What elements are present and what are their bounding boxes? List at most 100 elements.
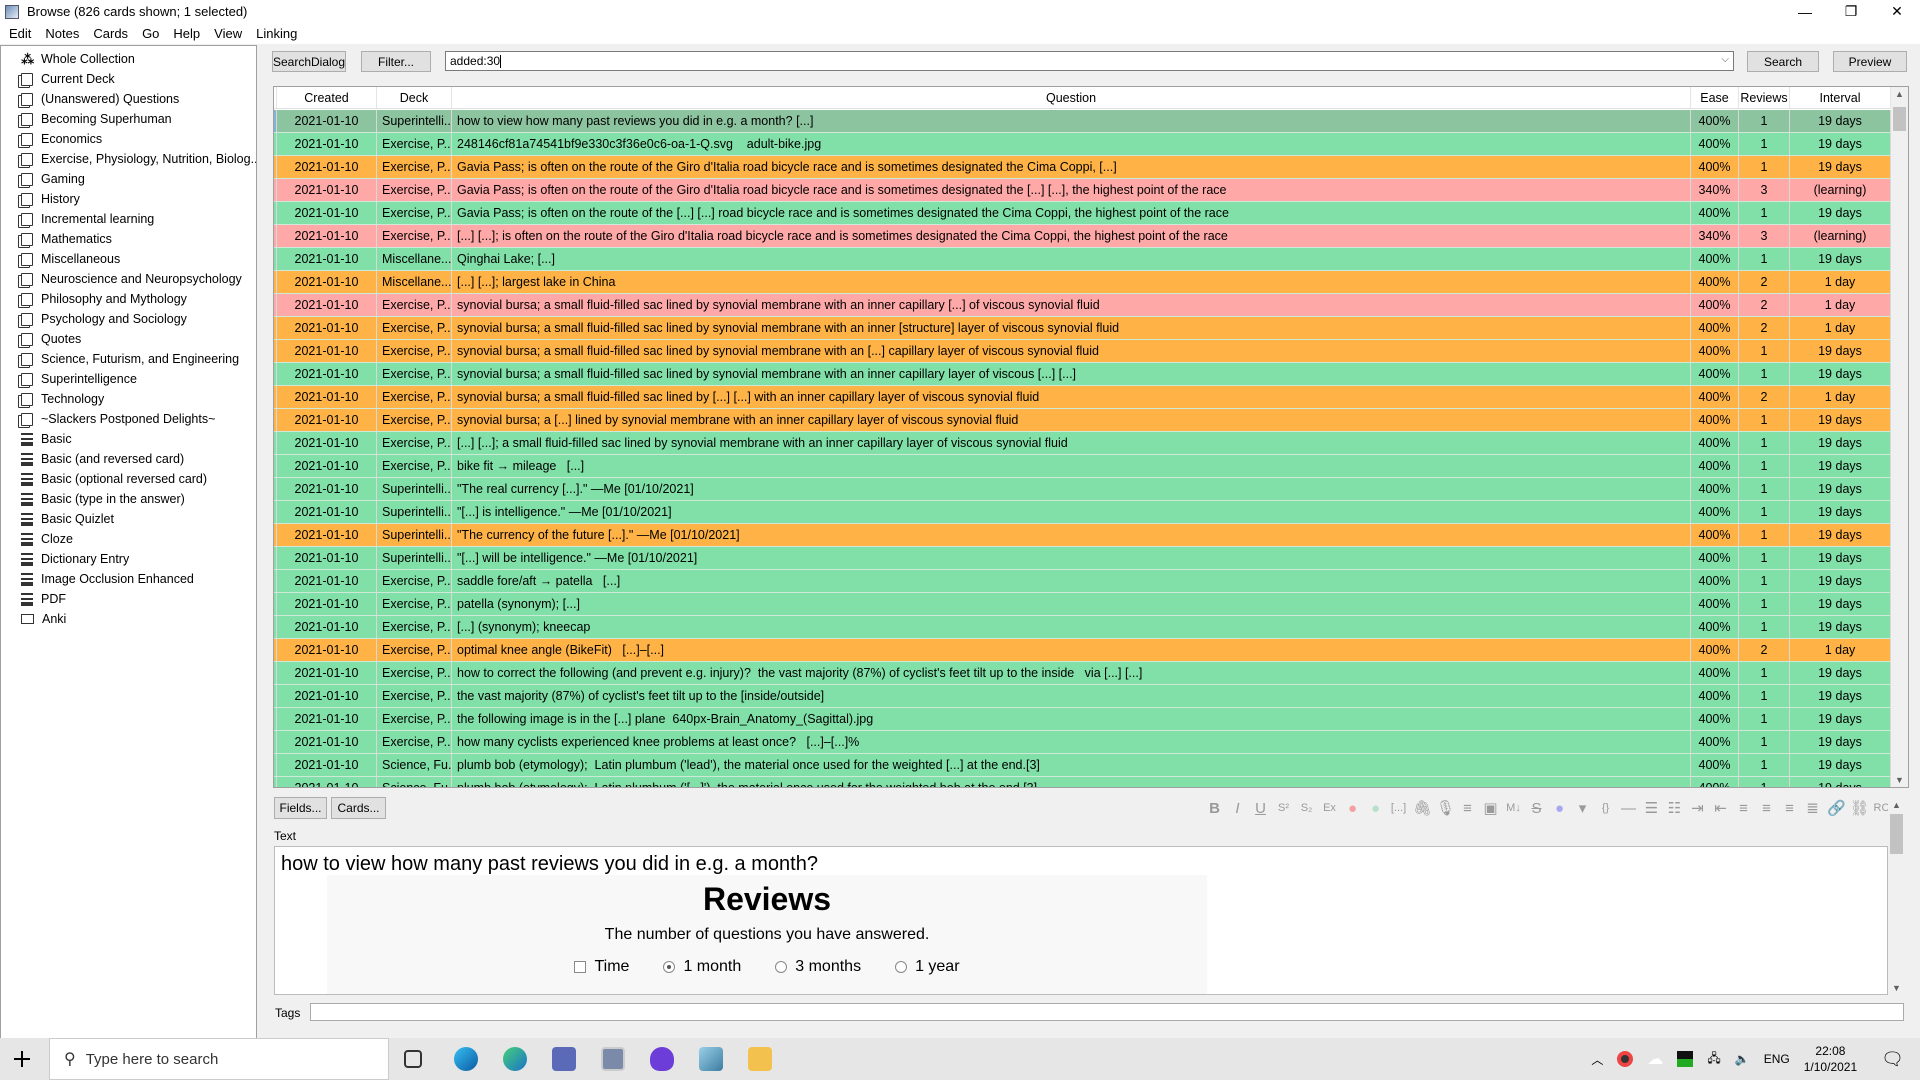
sidebar-item[interactable]: Basic (and reversed card) xyxy=(1,449,256,469)
preview-button[interactable]: Preview xyxy=(1833,51,1907,72)
sidebar-item[interactable]: (Unanswered) Questions xyxy=(1,89,256,109)
scroll-thumb[interactable] xyxy=(1893,107,1906,131)
image-occlusion-icon[interactable]: ▣ xyxy=(1482,799,1499,817)
table-row[interactable]: 2021-01-10 Exercise, P... saddle fore/aft … xyxy=(274,570,1891,593)
justify-icon[interactable]: ≣ xyxy=(1804,799,1821,817)
windows-start-icon[interactable] xyxy=(14,1051,30,1067)
scroll-down-icon[interactable]: ▼ xyxy=(1891,775,1908,785)
table-row[interactable]: 2021-01-10 Exercise, P... how to correct t… xyxy=(274,662,1891,685)
option-1-month[interactable]: 1 month xyxy=(663,958,741,976)
sidebar-item[interactable]: Basic xyxy=(1,429,256,449)
attach-icon[interactable]: 🖇 xyxy=(1413,799,1432,817)
highlight-icon[interactable]: ● xyxy=(1367,800,1384,817)
column-question[interactable]: Question xyxy=(452,87,1691,108)
fields-button[interactable]: Fields... xyxy=(274,797,327,819)
record-icon[interactable] xyxy=(1617,1051,1634,1067)
color-icon[interactable]: ● xyxy=(1551,800,1568,817)
numbered-list-icon[interactable]: ☷ xyxy=(1666,799,1683,817)
cards-button[interactable]: Cards... xyxy=(331,797,386,819)
search-dialog-button[interactable]: SearchDialog xyxy=(272,51,346,72)
dropdown-icon[interactable]: ▾ xyxy=(1574,799,1591,817)
language-indicator[interactable]: ENG xyxy=(1764,1052,1790,1066)
edge-dev-icon[interactable] xyxy=(503,1047,527,1071)
sidebar-item[interactable]: Image Occlusion Enhanced xyxy=(1,569,256,589)
table-row[interactable]: 2021-01-10 Exercise, P... how many cyclist… xyxy=(274,731,1891,754)
unlink-icon[interactable]: ⛓ xyxy=(1850,799,1869,817)
editor-scrollbar[interactable]: ▲ ▼ xyxy=(1888,798,1905,995)
hr-icon[interactable]: — xyxy=(1620,800,1637,817)
table-row-selected[interactable]: 2021-01-10 Superintelli... how to view how… xyxy=(274,110,1891,133)
taskbar-search[interactable]: ⚲ Type here to search xyxy=(49,1038,389,1080)
table-row[interactable]: 2021-01-10 Exercise, P... synovial bursa; … xyxy=(274,317,1891,340)
table-row[interactable]: 2021-01-10 Exercise, P... Gavia Pass; is o… xyxy=(274,156,1891,179)
sidebar-item[interactable]: Superintelligence xyxy=(1,369,256,389)
search-button[interactable]: Search xyxy=(1747,51,1819,72)
table-row[interactable]: 2021-01-10 Exercise, P... synovial bursa; … xyxy=(274,363,1891,386)
network-icon[interactable]: 🖧 xyxy=(1707,1049,1720,1070)
sidebar-item[interactable]: Economics xyxy=(1,129,256,149)
sidebar-item[interactable]: Science, Futurism, and Engineering xyxy=(1,349,256,369)
sidebar-item[interactable]: Anki xyxy=(1,609,256,629)
menu-go[interactable]: Go xyxy=(135,26,166,41)
sidebar-item[interactable]: Basic (optional reversed card) xyxy=(1,469,256,489)
sidebar-item[interactable]: Dictionary Entry xyxy=(1,549,256,569)
filter-button[interactable]: Filter... xyxy=(361,51,431,72)
column-deck[interactable]: Deck xyxy=(377,87,452,108)
table-row[interactable]: 2021-01-10 Exercise, P... optimal knee ang… xyxy=(274,639,1891,662)
bold-icon[interactable]: B xyxy=(1206,800,1223,817)
table-row[interactable]: 2021-01-10 Exercise, P... patella (synonym… xyxy=(274,593,1891,616)
clear-format-icon[interactable]: Ex xyxy=(1321,802,1338,814)
menu-edit[interactable]: Edit xyxy=(2,26,38,41)
scroll-up-icon[interactable]: ▲ xyxy=(1888,800,1905,810)
align-left-icon[interactable]: ≡ xyxy=(1758,800,1775,817)
sidebar-item[interactable]: Miscellaneous xyxy=(1,249,256,269)
table-row[interactable]: 2021-01-10 Exercise, P... synovial bursa; … xyxy=(274,409,1891,432)
sidebar-item[interactable]: Basic (type in the answer) xyxy=(1,489,256,509)
sidebar-item[interactable]: Becoming Superhuman xyxy=(1,109,256,129)
indent-icon[interactable]: ⇥ xyxy=(1689,799,1706,817)
table-row[interactable]: 2021-01-10 Exercise, P... 248146cf81a74541… xyxy=(274,133,1891,156)
menu-cards[interactable]: Cards xyxy=(86,26,135,41)
time-checkbox[interactable]: Time xyxy=(574,958,629,976)
table-row[interactable]: 2021-01-10 Miscellane... [...] [...]; larg… xyxy=(274,271,1891,294)
strike-icon[interactable]: S xyxy=(1528,800,1545,817)
file-explorer-icon[interactable] xyxy=(748,1047,772,1071)
align-right-icon[interactable]: ≡ xyxy=(1781,800,1798,817)
html-icon[interactable]: ≡ xyxy=(1459,800,1476,817)
chevron-down-icon[interactable]: ⌵ xyxy=(1721,54,1729,65)
minimize-button[interactable]: — xyxy=(1782,0,1828,23)
table-row[interactable]: 2021-01-10 Exercise, P... [...] (synonym);… xyxy=(274,616,1891,639)
sidebar-item[interactable]: Technology xyxy=(1,389,256,409)
cloze-icon[interactable]: [...] xyxy=(1390,802,1407,814)
menu-notes[interactable]: Notes xyxy=(38,26,86,41)
sidebar-item[interactable]: ~Slackers Postponed Delights~ xyxy=(1,409,256,429)
table-scrollbar[interactable]: ▲ ▼ xyxy=(1891,87,1908,787)
tags-input[interactable] xyxy=(310,1003,1904,1021)
outdent-icon[interactable]: ⇤ xyxy=(1712,799,1729,817)
close-button[interactable]: ✕ xyxy=(1874,0,1920,23)
scroll-up-icon[interactable]: ▲ xyxy=(1891,89,1908,99)
obsidian-icon[interactable] xyxy=(650,1047,674,1071)
monitor-graph-icon[interactable] xyxy=(1677,1051,1694,1067)
clock[interactable]: 22:08 1/10/2021 xyxy=(1804,1043,1857,1075)
sidebar-item[interactable]: History xyxy=(1,189,256,209)
menu-help[interactable]: Help xyxy=(166,26,207,41)
link-icon[interactable]: 🔗 xyxy=(1827,799,1846,817)
table-row[interactable]: 2021-01-10 Science, Fu... plumb bob (etymo… xyxy=(274,777,1891,787)
markdown-icon[interactable]: M↓ xyxy=(1505,802,1522,814)
table-row[interactable]: 2021-01-10 Superintelli... "[...] will be … xyxy=(274,547,1891,570)
superscript-icon[interactable]: S² xyxy=(1275,802,1292,814)
maximize-button[interactable]: ❐ xyxy=(1828,0,1874,23)
sidebar-item[interactable]: Incremental learning xyxy=(1,209,256,229)
scroll-down-icon[interactable]: ▼ xyxy=(1888,983,1905,993)
discord-icon[interactable] xyxy=(552,1047,576,1071)
table-row[interactable]: 2021-01-10 Exercise, P... synovial bursa; … xyxy=(274,386,1891,409)
sidebar-item[interactable]: Neuroscience and Neuropsychology xyxy=(1,269,256,289)
table-row[interactable]: 2021-01-10 Exercise, P... the vast majorit… xyxy=(274,685,1891,708)
table-row[interactable]: 2021-01-10 Exercise, P... Gavia Pass; is o… xyxy=(274,202,1891,225)
column-reviews[interactable]: Reviews xyxy=(1739,87,1790,108)
sidebar-item[interactable]: PDF xyxy=(1,589,256,609)
option-1-year[interactable]: 1 year xyxy=(895,958,960,976)
table-row[interactable]: 2021-01-10 Exercise, P... [...] [...]; is … xyxy=(274,225,1891,248)
align-center-icon[interactable]: ≡ xyxy=(1735,800,1752,817)
